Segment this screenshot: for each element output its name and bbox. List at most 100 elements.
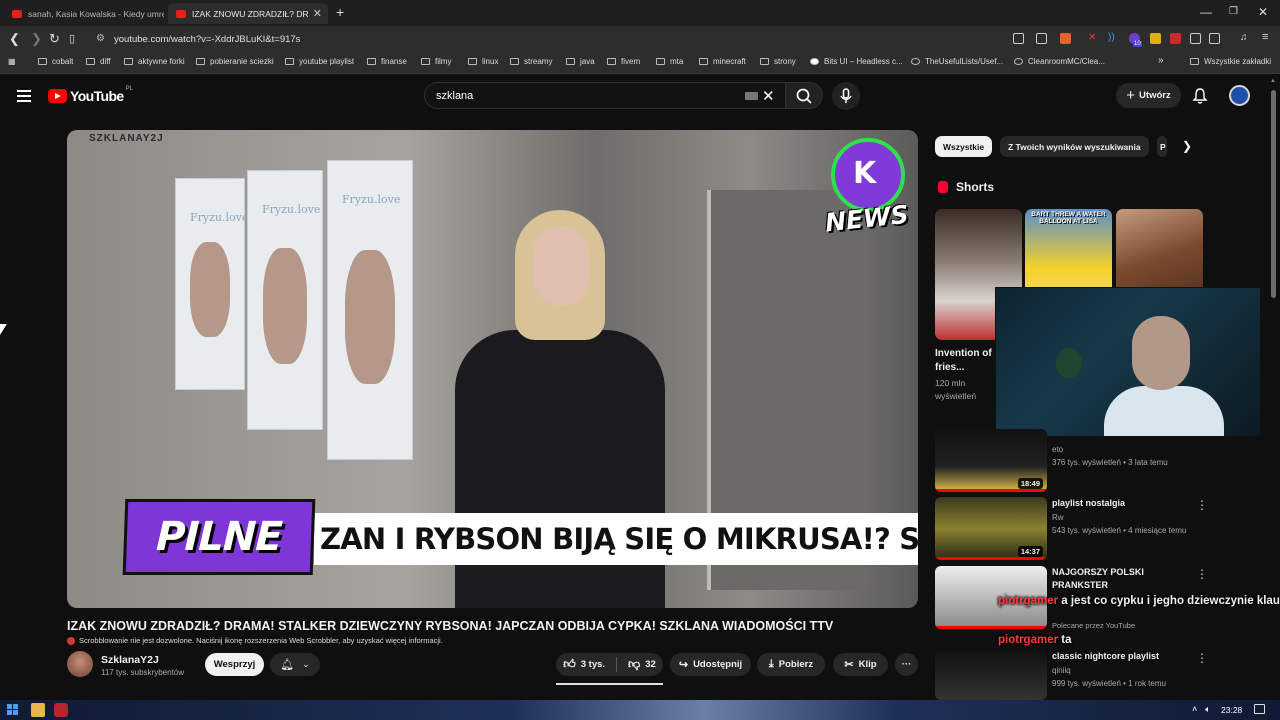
video-channel[interactable]: qiniiq [1052, 666, 1071, 675]
video-title[interactable]: classic nightcore playlist [1052, 650, 1182, 663]
bookmark-youtube-playlist[interactable]: youtube playlist [285, 57, 354, 66]
video-menu-icon[interactable]: ⋮ [1196, 652, 1208, 664]
bookmark-folder-mta[interactable]: mta [656, 57, 683, 66]
short-views: 120 mln wyświetleń [935, 378, 977, 401]
x-extension-icon[interactable]: ✕ [1088, 32, 1099, 43]
extension-icon[interactable] [1150, 33, 1161, 44]
clock[interactable]: 23:28 [1221, 705, 1242, 715]
watched-progress-bar [935, 557, 1047, 560]
youtube-favicon-icon [176, 9, 186, 18]
browser-tab-izak[interactable]: IZAK ZNOWU ZDRADZIŁ? DR ✕ [168, 3, 328, 24]
brave-browser-icon[interactable] [54, 703, 68, 717]
all-bookmarks-folder[interactable]: Wszystkie zakładki [1190, 57, 1271, 66]
bookmark-aktywne-forki[interactable]: aktywne forki [124, 57, 185, 66]
video-duration: 18:49 [1017, 478, 1043, 489]
video-title[interactable]: NAJGORSZY POLSKI PRANKSTER [1052, 566, 1182, 592]
extension-icon[interactable]: )) [1108, 32, 1119, 43]
video-menu-icon[interactable]: ⋮ [1196, 499, 1208, 511]
video-thumbnail[interactable] [935, 650, 1047, 700]
video-thumbnail[interactable]: 14:37 [935, 497, 1047, 560]
file-explorer-icon[interactable] [31, 703, 45, 717]
bookmark-folder-streamy[interactable]: streamy [510, 57, 552, 66]
search-input[interactable]: szklana [424, 82, 786, 109]
voice-search-button[interactable] [832, 82, 860, 110]
more-actions-button[interactable]: ··· [895, 653, 918, 676]
bookmark-folder-filmy[interactable]: filmy [421, 57, 451, 66]
brave-shield-icon[interactable] [1060, 33, 1071, 44]
bookmark-folder-linux[interactable]: linux [468, 57, 498, 66]
join-button[interactable]: Wesprzyj [205, 653, 264, 676]
video-channel[interactable]: eto [1052, 445, 1063, 454]
channel-name[interactable]: SzklanaY2J [101, 654, 159, 666]
browser-tab-sanah[interactable]: sanah, Kasia Kowalska - Kiedy umrę ( [4, 3, 164, 24]
forward-icon[interactable]: ❯ [31, 31, 42, 47]
keyboard-icon[interactable] [745, 92, 758, 100]
clip-button[interactable]: ✂ Klip [833, 653, 888, 676]
chips-next-arrow-icon[interactable]: ❯ [1182, 139, 1192, 153]
volume-icon[interactable]: 🔈︎ [1205, 704, 1210, 715]
bookmark-icon [196, 58, 205, 65]
video-thumbnail[interactable]: 18:49 [935, 429, 1047, 492]
notifications-icon[interactable] [1254, 704, 1265, 714]
bookmark-cleanroommc[interactable]: CleanroomMC/Clea... [1014, 57, 1105, 66]
news-badge: K NEWS [824, 138, 910, 238]
media-icon[interactable]: ♫ [1240, 32, 1251, 43]
windows-start-icon[interactable] [7, 704, 18, 715]
share-icon[interactable] [1036, 33, 1047, 44]
bookmark-folder-java[interactable]: java [566, 57, 595, 66]
minimize-icon[interactable]: — [1200, 5, 1212, 19]
restore-icon[interactable]: ❐ [1229, 6, 1238, 17]
bookmark-folder-finanse[interactable]: finanse [367, 57, 407, 66]
address-bar[interactable]: ⚙ youtube.com/watch?v=-XddrJBLuKI&t=917s [86, 29, 1006, 49]
bookmark-bits-ui[interactable]: Bits UI – Headless c... [810, 57, 903, 66]
notifications-bell-icon[interactable] [1192, 87, 1208, 110]
scroll-up-arrow-icon[interactable]: ▲ [1270, 78, 1276, 84]
bookmark-pobieranie-sciezki[interactable]: pobieranie sciezki [196, 57, 274, 66]
account-avatar[interactable] [1229, 85, 1250, 106]
watched-progress-bar [935, 626, 1047, 629]
close-tab-icon[interactable]: ✕ [313, 7, 322, 20]
back-icon[interactable]: ❮ [9, 31, 20, 47]
short-title[interactable]: Invention of fries... [935, 347, 995, 375]
url-text: youtube.com/watch?v=-XddrJBLuKI&t=917s [114, 33, 301, 45]
bookmark-cobalt[interactable]: cobalt [38, 57, 73, 66]
new-tab-button[interactable]: + [336, 4, 344, 20]
channel-avatar[interactable] [67, 651, 93, 677]
extension-icon[interactable] [1170, 33, 1181, 44]
youtube-logo[interactable]: YouTube PL [48, 86, 133, 104]
chip-from-search[interactable]: Z Twoich wyników wyszukiwania [1000, 136, 1149, 157]
scrollbar-thumb[interactable] [1271, 90, 1276, 298]
bookmark-usefullists[interactable]: TheUsefulLists/Usef... [911, 57, 1003, 66]
bookmark-folder-strony[interactable]: strony [760, 57, 796, 66]
bookmark-page-icon[interactable]: ▯ [69, 32, 75, 45]
video-player[interactable]: SZKLANAY2J Fryzu.love Fryzu.love Fryzu.l… [67, 130, 918, 608]
download-button[interactable]: ⤓ Pobierz [757, 653, 825, 676]
video-title[interactable]: playlist nostalgia [1052, 497, 1182, 510]
bookmark-folder-minecraft[interactable]: minecraft [699, 57, 746, 66]
sidebar-icon[interactable] [1209, 33, 1220, 44]
search-button[interactable] [785, 82, 823, 109]
reload-icon[interactable]: ↻ [49, 31, 60, 47]
site-info-icon[interactable]: ⚙ [96, 33, 105, 44]
chip-next[interactable]: P [1157, 136, 1167, 157]
clear-search-icon[interactable]: ✕ [762, 87, 775, 105]
video-menu-icon[interactable]: ⋮ [1196, 568, 1208, 580]
extensions-puzzle-icon[interactable] [1190, 33, 1201, 44]
system-tray: ˄ 🔈︎ [1192, 704, 1211, 715]
menu-icon[interactable]: ≡ [1262, 31, 1273, 43]
dislike-button[interactable]: 👎︎ 32 [628, 657, 656, 672]
window-close-icon[interactable]: ✕ [1258, 5, 1268, 19]
chip-all[interactable]: Wszystkie [935, 136, 993, 157]
bookmarks-overflow-button[interactable]: » [1158, 55, 1164, 66]
subscription-bell-button[interactable]: 🔔︎ ⌄ [270, 653, 320, 676]
video-channel[interactable]: Rw [1052, 513, 1064, 522]
cast-icon[interactable] [1013, 33, 1024, 44]
apps-grid-icon[interactable]: ▦ [8, 57, 16, 66]
share-button[interactable]: ↪ Udostępnij [670, 653, 751, 676]
hamburger-menu-icon[interactable] [17, 90, 31, 102]
bookmark-diff[interactable]: diff [86, 57, 111, 66]
like-button[interactable]: 👍︎ 3 tys. [563, 657, 605, 672]
create-button[interactable]: + Utwórz [1116, 83, 1181, 108]
tray-overflow-icon[interactable]: ˄ [1192, 704, 1197, 715]
bookmark-folder-fivem[interactable]: fivem [607, 57, 640, 66]
